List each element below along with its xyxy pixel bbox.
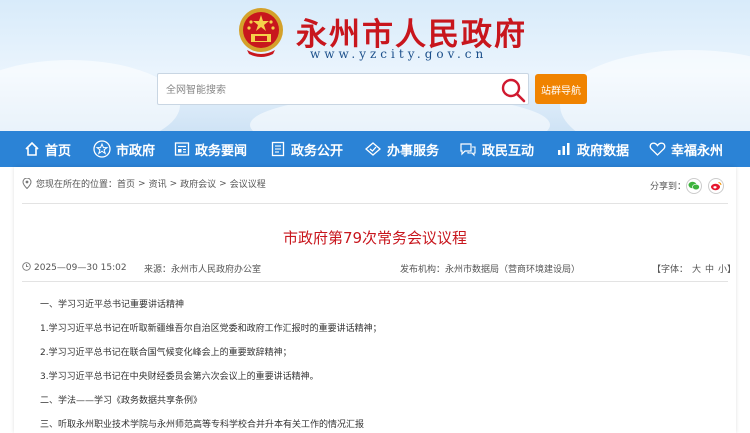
service-icon: [365, 142, 381, 156]
divider: [22, 203, 728, 204]
breadcrumb-news[interactable]: 资讯: [149, 177, 167, 190]
font-size-control: 【字体：大中小】: [652, 262, 736, 275]
cloud-decoration: [560, 50, 750, 131]
star-icon: [93, 140, 111, 158]
national-emblem-icon: [239, 8, 283, 57]
weibo-share-button[interactable]: [708, 178, 724, 194]
nav-item-gov-affairs[interactable]: 政务公开: [270, 131, 343, 167]
source-value: 永州市人民政府办公室: [171, 265, 262, 275]
paragraph: 1.学习习近平总书记在听取新疆维吾尔自治区党委和政府工作汇报时的重要讲话精神；: [40, 324, 382, 334]
search-input[interactable]: [166, 80, 486, 100]
heart-icon: [649, 142, 666, 156]
font-size-label: 【字体：: [652, 265, 689, 275]
nav-item-news[interactable]: 政务要闻: [174, 131, 247, 167]
nav-label: 首页: [45, 143, 72, 159]
paragraph: 二、学法——学习《政务数据共享条例》: [40, 396, 203, 406]
nav-item-home[interactable]: 首页: [24, 131, 71, 167]
breadcrumb-separator: >: [138, 178, 146, 189]
article-date-text: 2025—09—30 15:02: [34, 263, 127, 273]
nav-label: 政务公开: [291, 143, 344, 159]
document-icon: [271, 141, 285, 157]
nav-item-services[interactable]: 办事服务: [364, 131, 439, 167]
main-nav: 首页 市政府 政务要闻 政务公开 办事服务 政民互动 政府数据 幸福永州: [0, 131, 750, 167]
site-nav-button[interactable]: 站群导航: [535, 74, 587, 104]
breadcrumb-prefix: 您现在所在的位置：: [36, 180, 118, 190]
cloud-decoration: [0, 60, 180, 131]
chat-icon: [460, 143, 476, 157]
nav-label: 政府数据: [577, 143, 630, 159]
national-emblem[interactable]: [237, 6, 285, 58]
site-domain: www.yzcity.gov.cn: [310, 47, 488, 61]
site-header: 永州市人民政府 www.yzcity.gov.cn 站群导航: [0, 0, 750, 131]
nav-item-city-gov[interactable]: 市政府: [93, 131, 155, 167]
nav-item-happy-yongzhou[interactable]: 幸福永州: [649, 131, 723, 167]
nav-item-interaction[interactable]: 政民互动: [459, 131, 534, 167]
data-icon: [558, 143, 570, 155]
nav-label: 市政府: [116, 143, 156, 159]
nav-label: 幸福永州: [671, 143, 724, 159]
font-size-large[interactable]: 大: [692, 265, 701, 275]
news-icon: [174, 142, 190, 156]
article-title: 市政府第79次常务会议议程: [282, 229, 468, 247]
paragraph: 一、学习习近平总书记重要讲话精神: [40, 300, 185, 310]
breadcrumb-home[interactable]: 首页: [117, 177, 135, 190]
home-icon: [25, 141, 39, 156]
article-publisher: 发布机构：永州市数据局（营商环境建设局）: [400, 262, 580, 275]
wechat-icon: [688, 181, 700, 191]
location-icon: [22, 178, 32, 189]
search-box: [157, 73, 529, 105]
breadcrumb-meetings[interactable]: 政府会议: [180, 177, 216, 190]
search-icon[interactable]: [500, 77, 526, 103]
font-size-small[interactable]: 小】: [718, 265, 736, 275]
divider: [22, 281, 728, 282]
nav-item-gov-data[interactable]: 政府数据: [556, 131, 629, 167]
breadcrumb-separator: >: [169, 178, 178, 189]
article-panel: 您现在所在的位置： 首页 > 资讯 > 政府会议 > 会议议程 分享到： 市政府…: [14, 167, 736, 433]
article-source: 来源：永州市人民政府办公室: [144, 262, 261, 275]
nav-label: 政民互动: [482, 143, 535, 159]
breadcrumb-agenda[interactable]: 会议议程: [230, 177, 266, 190]
share-label: 分享到：: [650, 182, 687, 192]
weibo-icon: [711, 182, 722, 191]
nav-label: 办事服务: [387, 143, 440, 159]
paragraph: 3.学习习近平总书记在中央财经委员会第六次会议上的重要讲话精神。: [40, 372, 319, 382]
article-date: 2025—09—30 15:02: [22, 262, 127, 273]
breadcrumb: 您现在所在的位置： 首页 > 资讯 > 政府会议 > 会议议程: [22, 177, 266, 190]
clock-icon: [22, 262, 31, 271]
paragraph: 三、听取永州职业技术学院与永州师范高等专科学校合并升本有关工作的情况汇报: [40, 420, 365, 430]
publisher-label: 发布机构：: [400, 265, 446, 275]
nav-label: 政务要闻: [195, 143, 248, 159]
breadcrumb-separator: >: [219, 178, 227, 189]
wechat-share-button[interactable]: [686, 178, 702, 194]
source-label: 来源：: [144, 265, 172, 275]
publisher-value: 永州市数据局（营商环境建设局）: [445, 265, 581, 275]
font-size-medium[interactable]: 中: [705, 265, 714, 275]
paragraph: 2.学习习近平总书记在联合国气候变化峰会上的重要致辞精神；: [40, 348, 292, 358]
